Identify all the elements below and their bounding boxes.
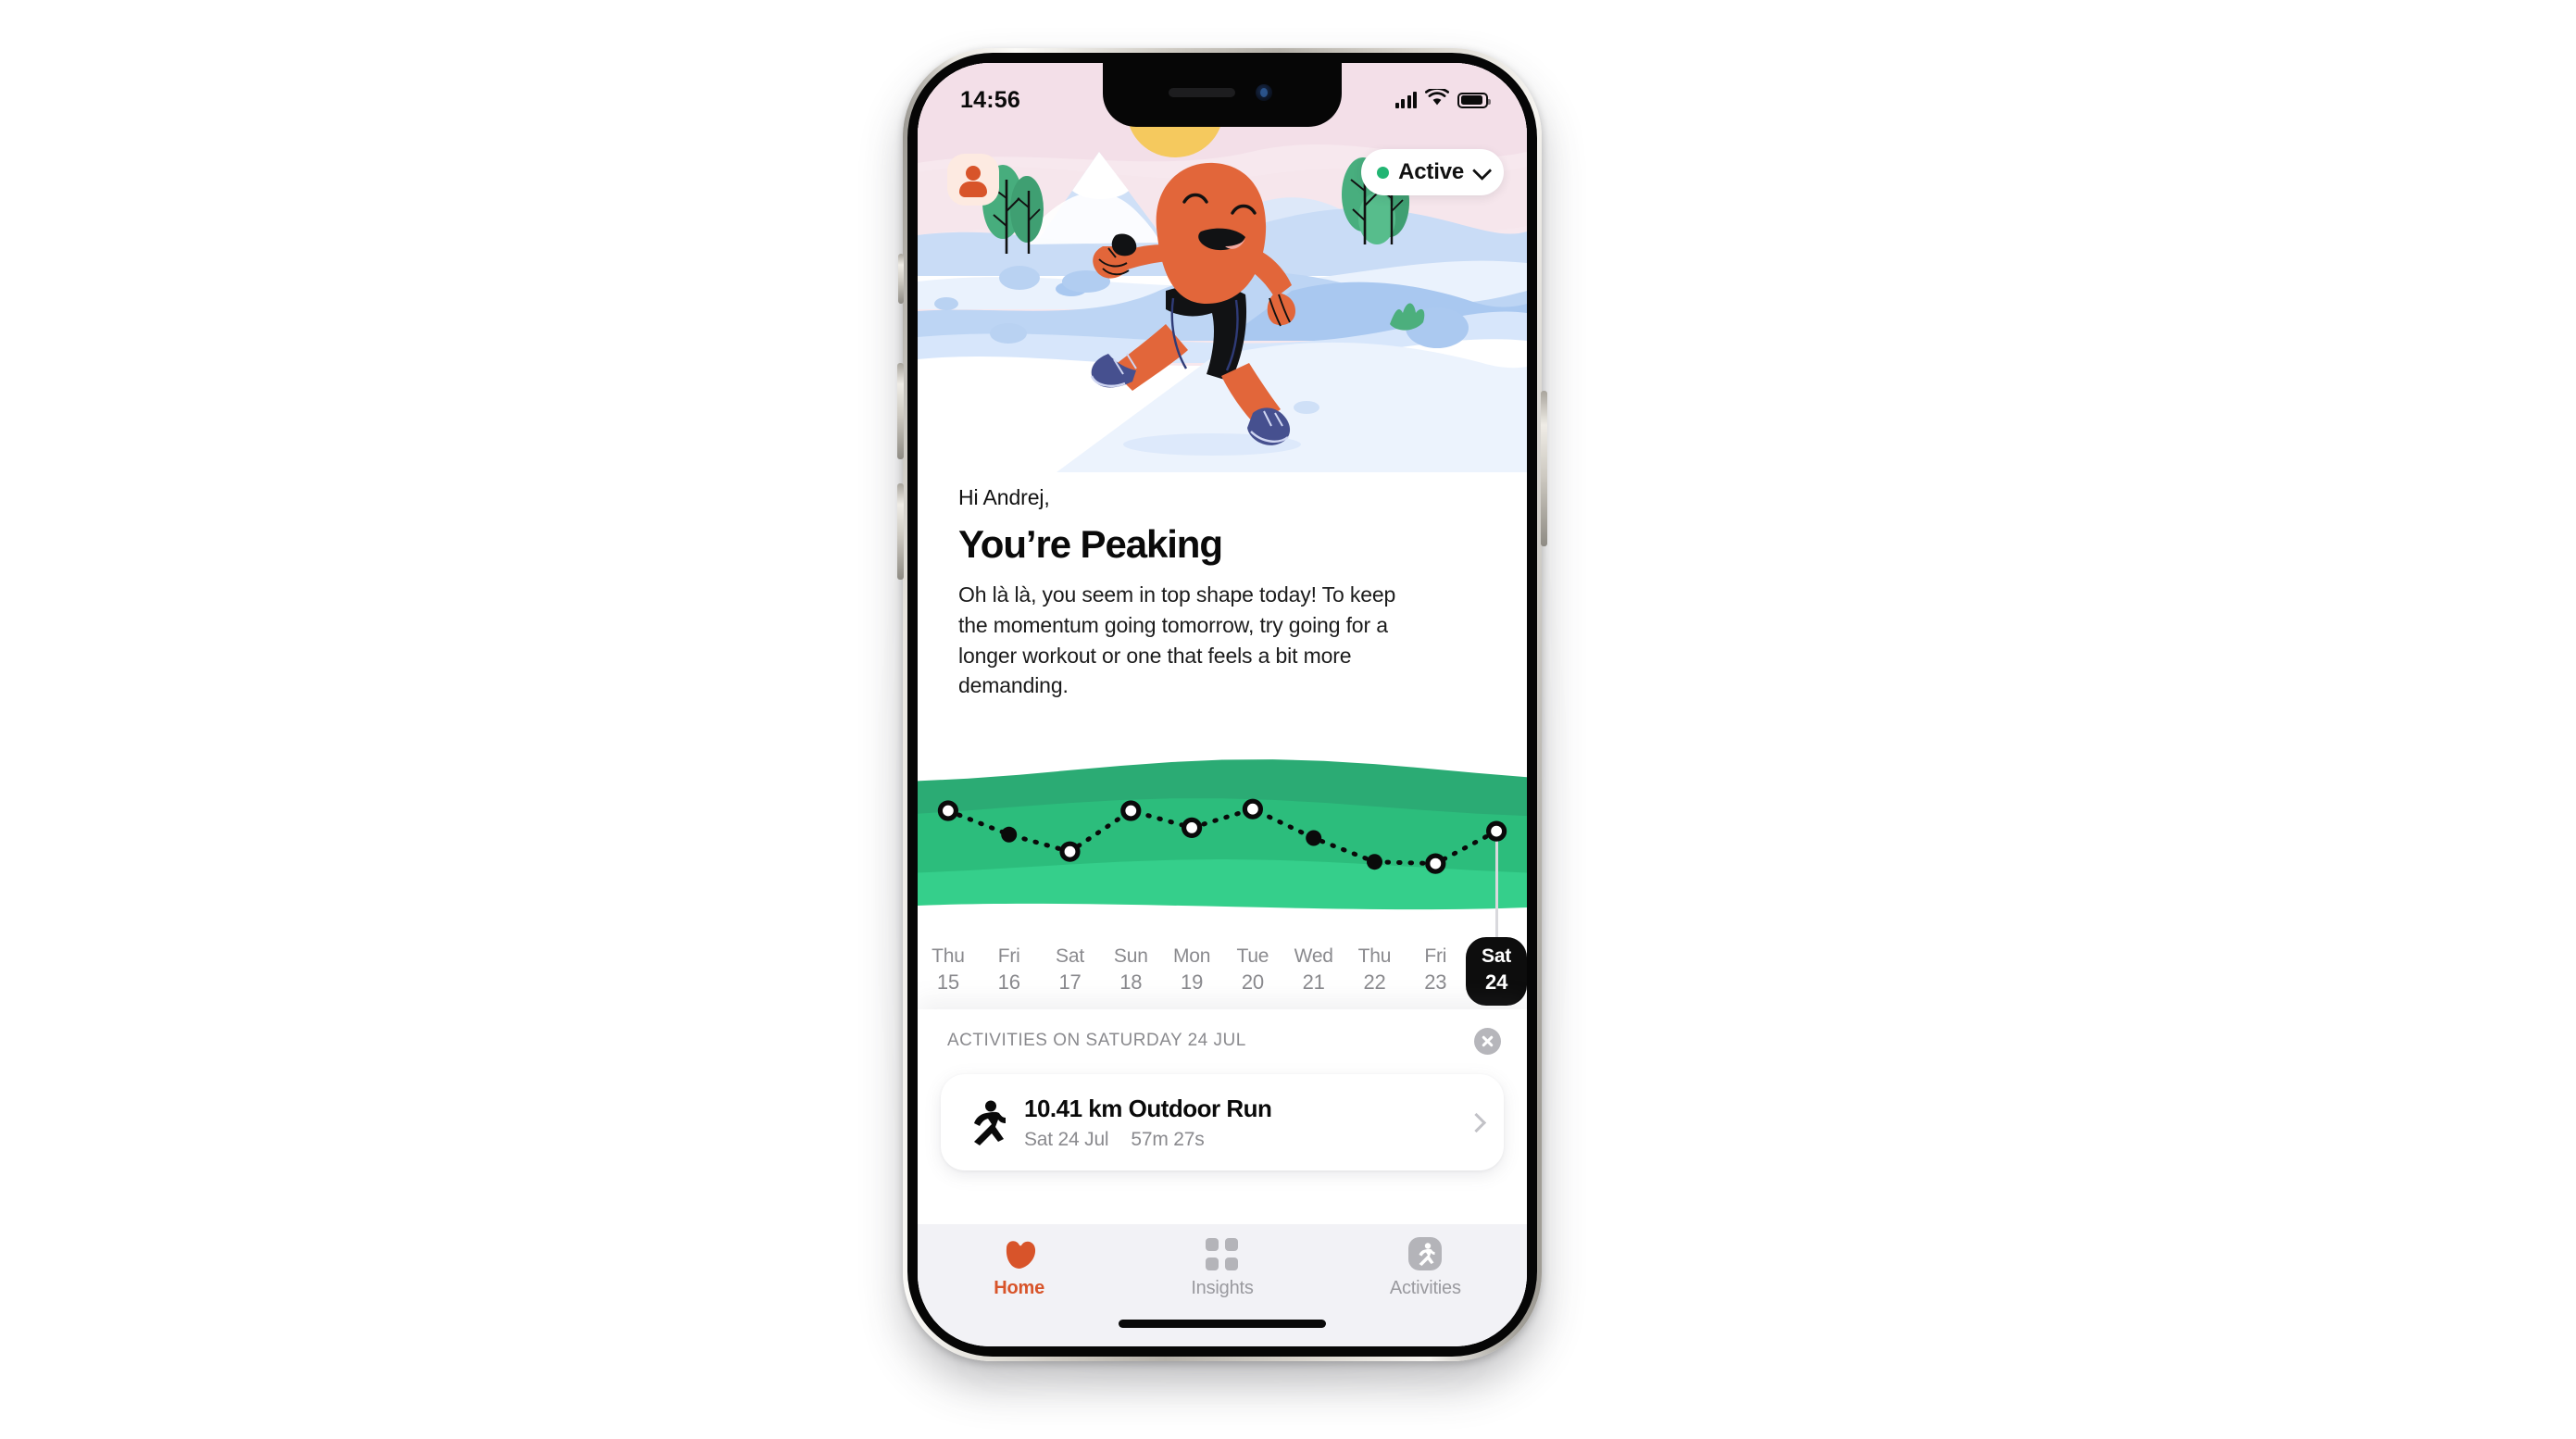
axis-day-17[interactable]: Sat 17 bbox=[1040, 945, 1101, 1006]
screenshot-canvas: Active 14:56 Hi Andrej, You’re Peaking O… bbox=[0, 0, 2576, 1439]
axis-day-number: 18 bbox=[1119, 970, 1143, 994]
bottom-tab-bar: Home Insights Activities bbox=[918, 1224, 1527, 1346]
axis-day-name: Sat bbox=[1056, 945, 1084, 967]
axis-day-name: Thu bbox=[932, 945, 965, 967]
activity-date: Sat 24 Jul bbox=[1024, 1128, 1109, 1150]
tab-insights[interactable]: Insights bbox=[1120, 1237, 1323, 1299]
grid-icon bbox=[1206, 1237, 1239, 1270]
device-notch bbox=[1103, 63, 1342, 127]
running-person-icon bbox=[963, 1099, 1009, 1145]
phone-screen: Active 14:56 Hi Andrej, You’re Peaking O… bbox=[918, 63, 1527, 1346]
person-avatar-icon bbox=[966, 166, 981, 181]
tab-insights-label: Insights bbox=[1191, 1278, 1254, 1298]
status-pill-label: Active bbox=[1398, 159, 1464, 184]
person-avatar-icon-body bbox=[959, 181, 987, 197]
axis-day-number: 24 bbox=[1485, 970, 1508, 994]
axis-day-16[interactable]: Fri 16 bbox=[979, 945, 1040, 1006]
insight-body-text: Oh là là, you seem in top shape today! T… bbox=[958, 582, 1396, 698]
activity-details: 10.41 km Outdoor Run Sat 24 Jul 57m 27s bbox=[1009, 1095, 1469, 1151]
activities-sheet-header: ACTIVITIES ON SATURDAY 24 JUL bbox=[918, 1020, 1527, 1061]
axis-day-21[interactable]: Wed 21 bbox=[1283, 945, 1344, 1006]
status-bar-indicators bbox=[1394, 87, 1491, 111]
activity-list-item[interactable]: 10.41 km Outdoor Run Sat 24 Jul 57m 27s bbox=[941, 1074, 1504, 1170]
axis-day-name: Sun bbox=[1113, 945, 1148, 967]
earpiece-speaker bbox=[1169, 88, 1235, 97]
selected-day-marker-line bbox=[1494, 831, 1498, 948]
axis-day-20[interactable]: Tue 20 bbox=[1222, 945, 1283, 1006]
chevron-down-icon bbox=[1472, 160, 1493, 181]
axis-day-19[interactable]: Mon 19 bbox=[1161, 945, 1222, 1006]
activity-title: 10.41 km Outdoor Run bbox=[1024, 1094, 1272, 1122]
chart-day-axis: Thu 15 Fri 16 Sat 17 Sun 18 Mon 19 Tue 20 Wed 21 Thu 22… bbox=[918, 937, 1527, 1006]
axis-day-23[interactable]: Fri 23 bbox=[1405, 945, 1466, 1006]
page-title: You’re Peaking bbox=[958, 522, 1223, 566]
cellular-signal-icon bbox=[1394, 92, 1417, 108]
axis-day-24[interactable]: Sat 24 bbox=[1466, 937, 1527, 1006]
axis-day-number: 17 bbox=[1058, 970, 1082, 994]
tab-activities-label: Activities bbox=[1389, 1278, 1461, 1298]
axis-day-name: Tue bbox=[1236, 945, 1269, 967]
axis-day-name: Mon bbox=[1172, 945, 1211, 967]
status-indicator-dot bbox=[1377, 166, 1390, 179]
insight-copy-block: Hi Andrej, You’re Peaking Oh là là, you … bbox=[958, 485, 1421, 701]
axis-day-number: 22 bbox=[1363, 970, 1386, 994]
phone-device: Active 14:56 Hi Andrej, You’re Peaking O… bbox=[886, 48, 1558, 1377]
axis-day-number: 19 bbox=[1181, 970, 1204, 994]
axis-day-name: Thu bbox=[1357, 945, 1392, 967]
mute-switch[interactable] bbox=[898, 254, 904, 304]
tab-home-label: Home bbox=[994, 1278, 1045, 1298]
activities-section-title: ACTIVITIES ON SATURDAY 24 JUL bbox=[947, 1031, 1246, 1050]
running-person-badge-icon bbox=[1408, 1237, 1443, 1270]
close-icon[interactable] bbox=[1474, 1027, 1501, 1055]
front-camera bbox=[1256, 84, 1272, 101]
tab-activities[interactable]: Activities bbox=[1324, 1237, 1527, 1299]
form-trend-chart bbox=[918, 750, 1527, 935]
axis-day-18[interactable]: Sun 18 bbox=[1100, 945, 1161, 1006]
axis-day-number: 20 bbox=[1241, 970, 1264, 994]
activity-duration: 57m 27s bbox=[1131, 1128, 1205, 1150]
tab-home[interactable]: Home bbox=[918, 1237, 1120, 1299]
home-indicator[interactable] bbox=[1119, 1320, 1326, 1328]
axis-day-name: Sat bbox=[1482, 945, 1512, 967]
axis-day-22[interactable]: Thu 22 bbox=[1344, 945, 1406, 1006]
status-bar-time: 14:56 bbox=[960, 86, 1020, 113]
greeting-text: Hi Andrej, bbox=[958, 485, 1050, 509]
axis-day-number: 16 bbox=[997, 970, 1020, 994]
axis-day-number: 23 bbox=[1424, 970, 1447, 994]
profile-avatar-button[interactable] bbox=[947, 154, 999, 206]
activity-meta: Sat 24 Jul 57m 27s bbox=[1024, 1129, 1469, 1151]
heart-icon bbox=[1003, 1237, 1036, 1270]
axis-day-name: Wed bbox=[1294, 945, 1333, 967]
axis-day-name: Fri bbox=[1424, 945, 1447, 967]
volume-up-button[interactable] bbox=[897, 363, 904, 459]
wifi-icon bbox=[1424, 87, 1450, 111]
battery-icon bbox=[1457, 92, 1491, 108]
power-button[interactable] bbox=[1541, 391, 1547, 546]
chevron-right-icon bbox=[1466, 1112, 1487, 1132]
axis-day-number: 15 bbox=[936, 970, 959, 994]
axis-day-name: Fri bbox=[997, 945, 1020, 967]
axis-day-number: 21 bbox=[1302, 970, 1325, 994]
status-dropdown-button[interactable]: Active bbox=[1361, 149, 1504, 195]
axis-day-15[interactable]: Thu 15 bbox=[918, 945, 979, 1006]
volume-down-button[interactable] bbox=[897, 483, 904, 580]
